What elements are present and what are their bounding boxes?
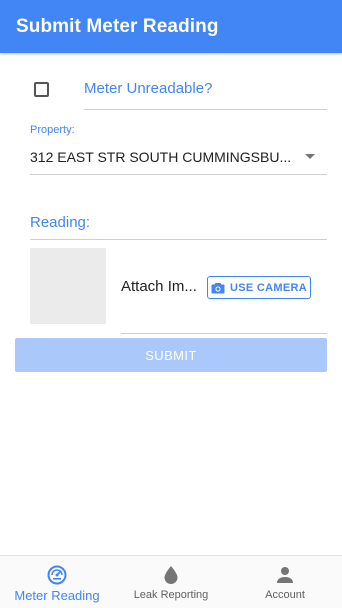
- bottom-navigation: Meter Reading Leak Reporting Account: [0, 555, 342, 608]
- person-icon: [277, 567, 293, 583]
- nav-label-account: Account: [265, 589, 305, 601]
- submit-button[interactable]: SUBMIT: [15, 338, 327, 372]
- app-root: Submit Meter Reading Meter Unreadable? P…: [0, 0, 342, 608]
- reading-input-underline: [30, 239, 327, 240]
- gauge-icon: [47, 565, 67, 585]
- attach-underline: [121, 333, 327, 334]
- meter-unreadable-checkbox[interactable]: [34, 82, 49, 97]
- nav-item-meter-reading[interactable]: Meter Reading: [0, 556, 114, 608]
- reading-input-label[interactable]: Reading:: [30, 214, 90, 231]
- divider: [84, 109, 327, 110]
- page-title: Submit Meter Reading: [16, 15, 219, 37]
- nav-label-meter-reading: Meter Reading: [14, 588, 100, 603]
- property-underline: [30, 174, 327, 175]
- property-selected-value: 312 EAST STR SOUTH CUMMINGSBU...: [30, 149, 292, 165]
- nav-item-leak-reporting[interactable]: Leak Reporting: [114, 556, 228, 608]
- dropdown-arrow-icon: [305, 154, 315, 159]
- property-label: Property:: [30, 124, 75, 136]
- nav-label-leak-reporting: Leak Reporting: [133, 589, 209, 601]
- camera-icon: [211, 282, 225, 293]
- attach-image-label: Attach Im...: [121, 278, 197, 295]
- nav-item-account[interactable]: Account: [228, 556, 342, 608]
- submit-label: SUBMIT: [145, 347, 197, 363]
- meter-unreadable-row: Meter Unreadable?: [0, 70, 342, 110]
- property-select[interactable]: 312 EAST STR SOUTH CUMMINGSBU...: [30, 142, 327, 175]
- image-placeholder: [30, 248, 106, 324]
- app-bar: Submit Meter Reading: [0, 0, 342, 53]
- use-camera-button[interactable]: USE CAMERA: [207, 276, 311, 299]
- meter-unreadable-label[interactable]: Meter Unreadable?: [84, 80, 212, 97]
- water-drop-icon: [164, 566, 178, 584]
- use-camera-label: USE CAMERA: [230, 281, 307, 294]
